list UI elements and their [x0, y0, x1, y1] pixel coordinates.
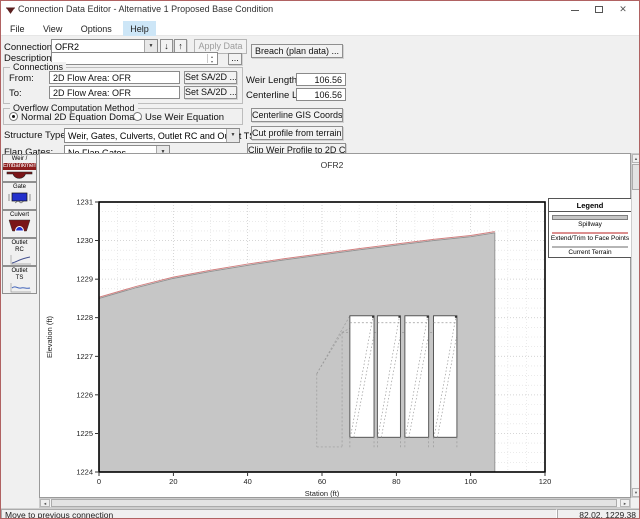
legend-label: Spillway	[549, 220, 631, 229]
chevron-down-icon[interactable]: ▼	[226, 129, 239, 142]
legend-label: Current Terrain	[549, 248, 631, 257]
x-tick-label: 100	[464, 477, 477, 486]
chart-legend: Legend Spillway Extend/Trim to Face Point…	[548, 198, 632, 258]
window-title: Connection Data Editor - Alternative 1 P…	[18, 4, 273, 14]
status-bar: Move to previous connection 82.02, 1229.…	[1, 508, 639, 519]
radio-use-weir-circle[interactable]	[133, 112, 142, 121]
profile-chart-panel: 0 20 40 60 80 100 120 1224 1225 1226 1227 1228 1229 1…	[39, 153, 631, 498]
sidebar-culvert-button[interactable]: Culvert	[2, 210, 37, 238]
description-spinner[interactable]: ▴ ▾	[207, 54, 216, 63]
set-sa2d-from-button[interactable]: Set SA/2D ...	[184, 71, 237, 84]
title-bar: Connection Data Editor - Alternative 1 P…	[1, 1, 639, 19]
y-tick-label: 1225	[76, 429, 93, 438]
culvert-icon	[6, 219, 33, 233]
gate-corner-dot	[398, 316, 400, 318]
connection-value: OFR2	[55, 42, 79, 52]
to-value-field: 2D Flow Area: OFR	[49, 86, 180, 99]
to-label: To:	[9, 88, 22, 99]
sidebar-weir-embankment-button[interactable]: Weir / Embankment	[2, 154, 37, 182]
menu-bar: File View Options Help	[1, 19, 639, 36]
close-icon: ✕	[619, 4, 627, 14]
set-sa2d-to-button[interactable]: Set SA/2D ...	[184, 86, 237, 99]
weir-length-label: Weir Length:	[246, 75, 300, 86]
connection-label: Connection:	[4, 42, 55, 53]
y-axis-label: Elevation (ft)	[45, 315, 54, 358]
y-tick-label: 1231	[76, 198, 93, 207]
maximize-icon	[595, 6, 603, 13]
x-axis-label: Station (ft)	[305, 489, 340, 497]
chart-legend-entries: Spillway Extend/Trim to Face Points Curren…	[549, 215, 631, 257]
minimize-button[interactable]	[563, 1, 587, 18]
x-tick-label: 20	[169, 477, 177, 486]
y-tick-label: 1227	[76, 352, 93, 361]
breach-plan-data-button[interactable]: Breach (plan data) ...	[251, 44, 343, 58]
weir-length-value: 106.56	[296, 73, 346, 86]
gate-corner-dot	[427, 316, 429, 318]
profile-chart-svg: 0 20 40 60 80 100 120 1224 1225 1226 1227 1228 1229 1…	[40, 154, 630, 497]
structure-type-combobox[interactable]: Weir, Gates, Culverts, Outlet RC and Out…	[64, 128, 240, 143]
maximize-button[interactable]	[587, 1, 611, 18]
outlet-ts-icon	[8, 282, 32, 293]
horizontal-scrollbar[interactable]: ◄ ►	[39, 498, 631, 508]
app-icon	[5, 5, 16, 15]
legend-label: Extend/Trim to Face Points	[549, 234, 631, 243]
status-message: Move to previous connection	[1, 509, 557, 519]
menu-options[interactable]: Options	[74, 21, 119, 36]
y-tick-label: 1230	[76, 236, 93, 245]
x-tick-label: 0	[97, 477, 101, 486]
gate-corner-dot	[455, 316, 457, 318]
scroll-down-icon[interactable]: ▼	[632, 488, 640, 497]
scroll-right-icon[interactable]: ►	[620, 499, 630, 507]
sidebar-gate-button[interactable]: Gate	[2, 182, 37, 210]
centerline-gis-coords-button[interactable]: Centerline GIS Coords...	[251, 108, 343, 122]
from-label: From:	[9, 73, 34, 84]
cut-profile-from-terrain-button[interactable]: Cut profile from terrain ...	[251, 126, 343, 140]
y-tick-label: 1224	[76, 468, 93, 477]
scroll-left-icon[interactable]: ◄	[40, 499, 50, 507]
radio-normal-2d[interactable]: Normal 2D Equation Domain	[9, 112, 142, 123]
arrow-down-icon: ↓	[164, 41, 169, 51]
vertical-scroll-thumb[interactable]	[632, 164, 640, 190]
vertical-scrollbar[interactable]: ▲ ▼	[631, 153, 640, 498]
structure-type-label: Structure Type:	[4, 130, 68, 141]
arrow-up-icon: ↑	[178, 41, 183, 51]
sidebar-outlet-rc-button[interactable]: Outlet RC	[2, 238, 37, 266]
horizontal-scroll-thumb[interactable]	[51, 499, 617, 507]
chart-title: OFR2	[321, 160, 344, 170]
x-tick-label: 40	[243, 477, 251, 486]
menu-view[interactable]: View	[36, 21, 69, 36]
y-tick-label: 1229	[76, 275, 93, 284]
centerline-length-value: 106.56	[296, 88, 346, 101]
weir-icon	[6, 170, 33, 182]
cursor-coordinates: 82.02, 1229.38	[557, 509, 640, 519]
y-tick-label: 1228	[76, 313, 93, 322]
gate-icon	[6, 191, 33, 205]
minimize-icon	[571, 10, 579, 11]
gate-corner-dot	[372, 316, 374, 318]
description-input[interactable]: ▴ ▾	[51, 52, 218, 65]
y-tick-label: 1226	[76, 390, 93, 399]
outlet-rc-icon	[8, 254, 32, 265]
from-value-field: 2D Flow Area: OFR	[49, 71, 180, 84]
radio-normal-2d-circle[interactable]	[9, 112, 18, 121]
scroll-up-icon[interactable]: ▲	[632, 154, 640, 163]
sidebar-outlet-ts-button[interactable]: Outlet TS	[2, 266, 37, 294]
legend-title: Legend	[549, 199, 631, 212]
spin-down-icon: ▾	[211, 59, 213, 64]
menu-help[interactable]: Help	[123, 21, 156, 36]
menu-file[interactable]: File	[3, 21, 32, 36]
x-tick-label: 60	[318, 477, 326, 486]
connection-data-editor-window: Connection Data Editor - Alternative 1 P…	[0, 0, 640, 519]
x-tick-label: 120	[539, 477, 552, 486]
description-expand-button[interactable]: ...	[228, 53, 242, 65]
close-button[interactable]: ✕	[611, 1, 635, 18]
x-tick-label: 80	[392, 477, 400, 486]
radio-use-weir[interactable]: Use Weir Equation	[133, 112, 224, 123]
